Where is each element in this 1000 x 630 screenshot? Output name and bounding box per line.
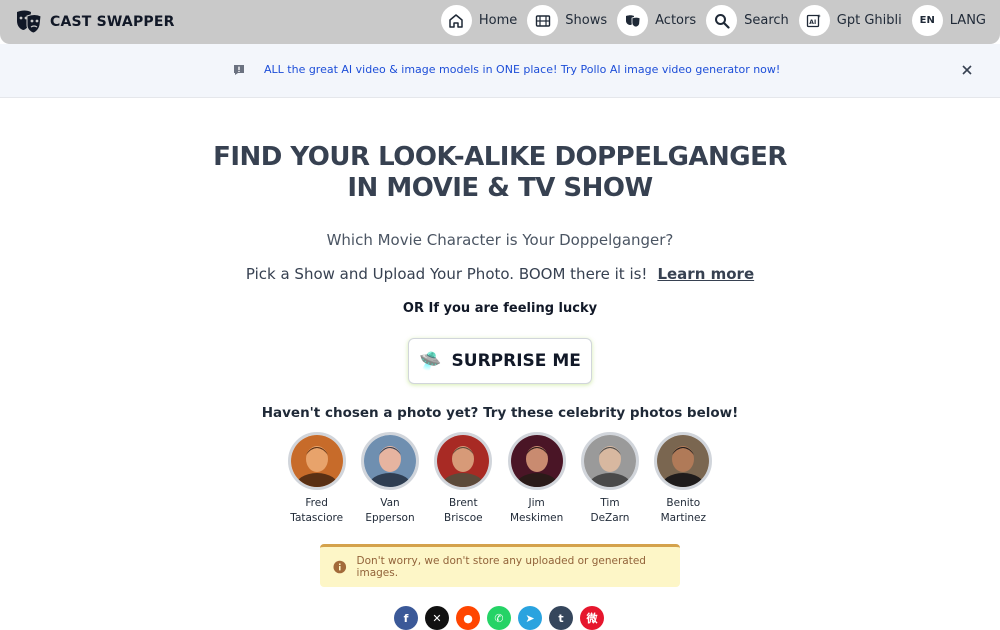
avatar (287, 432, 346, 490)
surprise-me-button[interactable]: 🛸 SURPRISE ME (408, 338, 592, 384)
learn-more-link[interactable]: Learn more (657, 265, 754, 283)
brand-name: CAST SWAPPER (50, 14, 175, 30)
celebrity-list: Fred Tatasciore Van Epperson Brent Briscoe … (280, 432, 720, 526)
avatar (360, 432, 419, 490)
subtitle: Which Movie Character is Your Doppelgang… (326, 231, 674, 249)
celebrity-item[interactable]: Brent Briscoe (427, 432, 500, 526)
privacy-notice: Don't worry, we don't store any uploaded… (320, 544, 680, 587)
nav-item-gpt-ghibli[interactable]: AI Gpt Ghibli (798, 5, 902, 36)
nav-label: Search (744, 13, 789, 28)
celebrity-item[interactable]: Fred Tatasciore (280, 432, 353, 526)
avatar (507, 432, 566, 490)
close-icon[interactable] (959, 62, 975, 78)
home-icon (440, 5, 472, 36)
weibo-share-icon[interactable]: 微 (580, 606, 604, 630)
tumblr-share-icon[interactable]: t (549, 606, 573, 630)
lucky-text: OR If you are feeling lucky (402, 301, 598, 316)
avatar (434, 432, 493, 490)
instruction-label: Pick a Show and Upload Your Photo. BOOM … (245, 265, 648, 283)
instruction-text: Pick a Show and Upload Your Photo. BOOM … (0, 265, 1000, 283)
celebrity-heading: Haven't chosen a photo yet? Try these ce… (261, 405, 739, 421)
promo-link[interactable]: ALL the great AI video & image models in… (264, 63, 780, 76)
celebrity-name: Van Epperson (365, 497, 415, 524)
celebrity-item[interactable]: Benito Martinez (647, 432, 720, 526)
celebrity-name: Fred Tatasciore (290, 497, 344, 524)
celebrity-name: Tim DeZarn (590, 497, 630, 524)
celebrity-name: Brent Briscoe (444, 497, 483, 524)
nav-label: Gpt Ghibli (836, 13, 902, 28)
celebrity-name: Jim Meskimen (509, 497, 564, 524)
top-navbar: CAST SWAPPER Home Shows Actors Search AI… (0, 0, 1000, 44)
theater-masks-icon (617, 5, 649, 36)
avatar (654, 432, 713, 490)
celebrity-name: Benito Martinez (660, 497, 707, 524)
nav-item-shows[interactable]: Shows (527, 5, 607, 36)
info-icon (333, 560, 347, 574)
language-icon: EN (911, 5, 943, 36)
telegram-share-icon[interactable]: ➤ (518, 606, 542, 630)
brand-logo[interactable]: CAST SWAPPER (16, 10, 175, 34)
main-nav: Home Shows Actors Search AI Gpt Ghibli E… (431, 5, 986, 36)
celebrity-item[interactable]: Jim Meskimen (500, 432, 573, 526)
svg-text:AI: AI (810, 19, 817, 26)
alert-icon (234, 65, 244, 75)
page-title-line-2: IN MOVIE & TV SHOW (347, 173, 653, 203)
promo-banner: ALL the great AI video & image models in… (0, 44, 1000, 98)
reddit-share-icon[interactable]: ● (456, 606, 480, 630)
search-icon (706, 5, 738, 36)
nav-label: Actors (655, 13, 697, 28)
whatsapp-share-icon[interactable]: ✆ (487, 606, 511, 630)
celebrity-item[interactable]: Tim DeZarn (573, 432, 646, 526)
nav-item-home[interactable]: Home (440, 5, 518, 36)
privacy-notice-text: Don't worry, we don't store any uploaded… (356, 555, 646, 579)
ai-image-icon: AI (798, 5, 830, 36)
nav-label: Home (478, 13, 518, 28)
nav-item-lang[interactable]: EN LANG (911, 5, 986, 36)
nav-label: Shows (565, 13, 608, 28)
facebook-share-icon[interactable]: f (394, 606, 418, 630)
theater-masks-logo-icon (17, 10, 42, 34)
page-title-line-1: FIND YOUR LOOK-ALIKE DOPPELGANGER (213, 142, 787, 172)
nav-item-search[interactable]: Search (706, 5, 789, 36)
share-bar: f ✕ ● ✆ ➤ t 微 (394, 606, 611, 630)
nav-label: LANG (949, 13, 986, 28)
nav-item-actors[interactable]: Actors (617, 5, 696, 36)
film-icon (527, 5, 559, 36)
x-share-icon[interactable]: ✕ (425, 606, 449, 630)
celebrity-item[interactable]: Van Epperson (353, 432, 426, 526)
avatar (580, 432, 639, 490)
ufo-icon: 🛸 (419, 350, 442, 372)
surprise-me-label: SURPRISE ME (451, 351, 581, 371)
